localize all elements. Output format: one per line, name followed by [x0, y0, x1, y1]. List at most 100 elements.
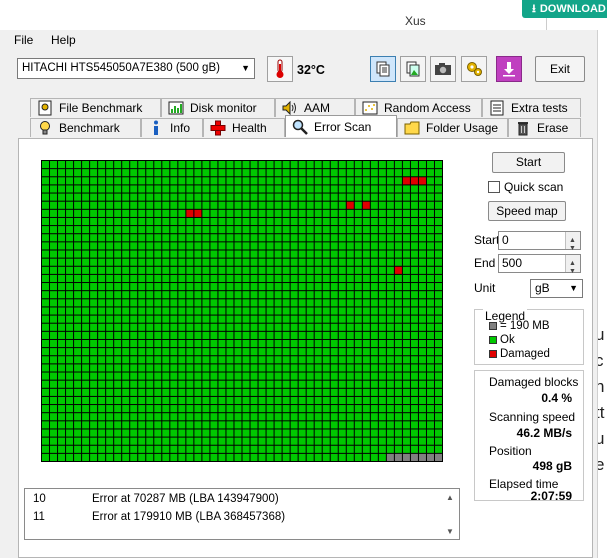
block-ok	[426, 413, 434, 421]
scroll-up-icon[interactable]: ▲	[446, 493, 454, 502]
screenshot-button[interactable]	[430, 56, 456, 82]
block-ok	[58, 217, 66, 226]
block-ok	[234, 413, 242, 421]
tab-health[interactable]: Health	[203, 118, 285, 137]
tab-benchmark[interactable]: Benchmark	[30, 118, 141, 137]
block-ok	[90, 161, 98, 169]
block-damaged	[362, 201, 370, 209]
block-ok	[138, 437, 146, 445]
block-ok	[154, 201, 162, 209]
block-ok	[282, 323, 290, 331]
tab-error-scan[interactable]: Error Scan	[285, 115, 397, 137]
checkbox-box[interactable]	[488, 181, 500, 193]
block-ok	[186, 429, 194, 437]
start-input[interactable]: 0 ▲ ▼	[498, 231, 581, 252]
block-ok	[290, 161, 298, 169]
block-ok	[298, 193, 306, 201]
block-ok	[258, 299, 266, 307]
block-ok	[354, 258, 362, 266]
end-input[interactable]: 500 ▲ ▼	[498, 254, 581, 275]
block-ok	[146, 331, 154, 339]
tab-extra-tests[interactable]: Extra tests	[482, 98, 581, 117]
drive-select[interactable]: HITACHI HTS545050A7E380 (500 gB) ▼	[17, 58, 255, 79]
disk-monitor-icon	[168, 100, 184, 116]
block-ok	[42, 161, 50, 169]
block-ok	[170, 274, 178, 283]
block-ok	[338, 234, 346, 242]
download-banner[interactable]: ⭳ DOWNLOAD	[522, 0, 607, 18]
block-ok	[354, 445, 362, 453]
error-log[interactable]: 10 Error at 70287 MB (LBA 143947900) 11 …	[24, 488, 460, 540]
speed-map-button[interactable]: Speed map	[488, 201, 566, 221]
block-ok	[170, 307, 178, 315]
block-ok	[98, 356, 106, 364]
block-ok	[202, 209, 210, 217]
copy-image-button[interactable]	[400, 56, 426, 82]
block-ok	[226, 234, 234, 242]
tab-info[interactable]: Info	[141, 118, 203, 137]
tab-folder-usage[interactable]: Folder Usage	[397, 118, 508, 137]
spinner-arrows[interactable]: ▲ ▼	[565, 255, 580, 275]
block-ok	[186, 193, 194, 201]
spin-down-icon: ▼	[569, 268, 576, 275]
block-ok	[378, 396, 386, 405]
block-ok	[370, 356, 378, 364]
block-ok	[58, 209, 66, 217]
block-ok	[194, 429, 202, 437]
block-ok	[266, 250, 274, 258]
block-ok	[234, 161, 242, 169]
block-ok	[50, 421, 58, 429]
tab-disk-monitor[interactable]: Disk monitor	[161, 98, 275, 117]
block-ok	[146, 388, 154, 396]
block-ok	[226, 413, 234, 421]
menu-file[interactable]: File	[14, 33, 33, 47]
log-scrollbar[interactable]: ▲ ▼	[442, 489, 459, 539]
block-ok	[346, 356, 354, 364]
scroll-down-icon[interactable]: ▼	[446, 527, 454, 536]
block-ok	[218, 258, 226, 266]
block-ok	[306, 274, 314, 283]
block-ok	[322, 185, 330, 193]
unit-select[interactable]: gB ▼	[530, 279, 583, 298]
block-ok	[58, 323, 66, 331]
block-ok	[250, 356, 258, 364]
save-button[interactable]	[496, 56, 522, 82]
tab-erase[interactable]: Erase	[508, 118, 581, 137]
block-ok	[298, 413, 306, 421]
quick-scan-checkbox[interactable]: Quick scan	[488, 180, 563, 194]
block-ok	[298, 201, 306, 209]
block-ok	[90, 396, 98, 405]
block-ok	[378, 209, 386, 217]
block-ok	[370, 445, 378, 453]
block-ok	[146, 372, 154, 380]
start-scan-button[interactable]: Start	[492, 152, 565, 173]
block-ok	[114, 226, 122, 234]
block-ok	[194, 283, 202, 291]
block-ok	[114, 209, 122, 217]
block-ok	[82, 356, 90, 364]
block-ok	[314, 396, 322, 405]
block-ok	[426, 169, 434, 177]
block-ok	[434, 201, 442, 209]
block-ok	[346, 453, 354, 461]
block-ok	[274, 380, 282, 388]
block-ok	[250, 274, 258, 283]
block-ok	[386, 421, 394, 429]
block-ok	[258, 266, 266, 274]
block-ok	[282, 242, 290, 250]
block-ok	[146, 299, 154, 307]
block-ok	[82, 307, 90, 315]
menu-help[interactable]: Help	[51, 33, 76, 47]
exit-button[interactable]: Exit	[535, 56, 585, 82]
tab-label: Folder Usage	[426, 121, 499, 135]
block-ok	[106, 209, 114, 217]
block-ok	[122, 177, 130, 185]
copy-text-button[interactable]	[370, 56, 396, 82]
tab-file-benchmark[interactable]: File Benchmark	[30, 98, 161, 117]
block-ok	[402, 299, 410, 307]
block-ok	[410, 185, 418, 193]
block-ok	[130, 348, 138, 356]
block-ok	[74, 437, 82, 445]
options-button[interactable]	[461, 56, 487, 82]
spinner-arrows[interactable]: ▲ ▼	[565, 232, 580, 252]
